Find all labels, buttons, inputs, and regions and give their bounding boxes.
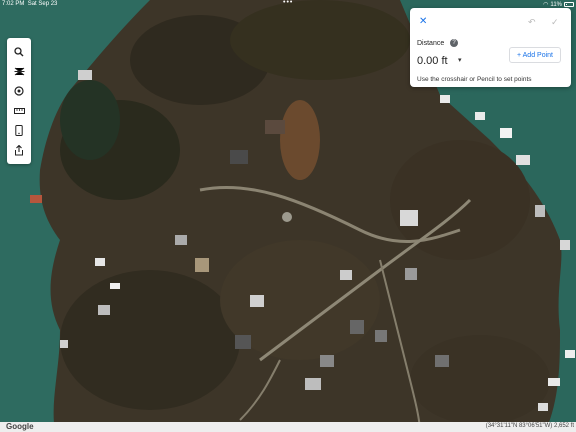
close-icon[interactable]: ✕ — [419, 17, 427, 27]
search-icon[interactable] — [7, 43, 31, 61]
google-logo: Google — [6, 422, 34, 431]
coordinates-readout: (34°31'11"N 83°06'51"W) 2,652 ft — [485, 423, 574, 429]
distance-value: 0.00 ft — [417, 55, 448, 67]
battery-percent: 11% — [550, 1, 562, 8]
battery-icon — [564, 2, 574, 7]
share-icon[interactable] — [7, 141, 31, 159]
ruler-icon[interactable] — [7, 102, 31, 120]
help-icon[interactable]: ? — [450, 39, 458, 47]
measure-hint: Use the crosshair or Pencil to set point… — [417, 76, 532, 83]
wifi-icon: ◠ — [543, 2, 549, 8]
phone-icon[interactable] — [7, 121, 31, 139]
spider-icon[interactable] — [7, 62, 31, 80]
add-point-button[interactable]: + Add Point — [509, 47, 561, 63]
map-footer: Google (34°31'11"N 83°06'51"W) 2,652 ft — [0, 422, 576, 432]
undo-icon[interactable]: ↶ — [528, 17, 536, 28]
checkmark-icon[interactable]: ✓ — [551, 17, 559, 28]
status-time: 7:02 PM Sat Sep 23 — [2, 1, 58, 7]
side-toolbar — [7, 38, 31, 164]
multitasking-dots[interactable]: ••• — [283, 0, 293, 6]
distance-label: Distance — [417, 40, 445, 47]
distance-panel: ✕ ↶ ✓ Distance ? 0.00 ft ▾ + Add Point U… — [410, 8, 571, 87]
unit-dropdown-icon[interactable]: ▾ — [458, 56, 462, 64]
status-indicators: ◠ 11% — [543, 1, 574, 8]
sightseeing-icon[interactable] — [7, 82, 31, 100]
